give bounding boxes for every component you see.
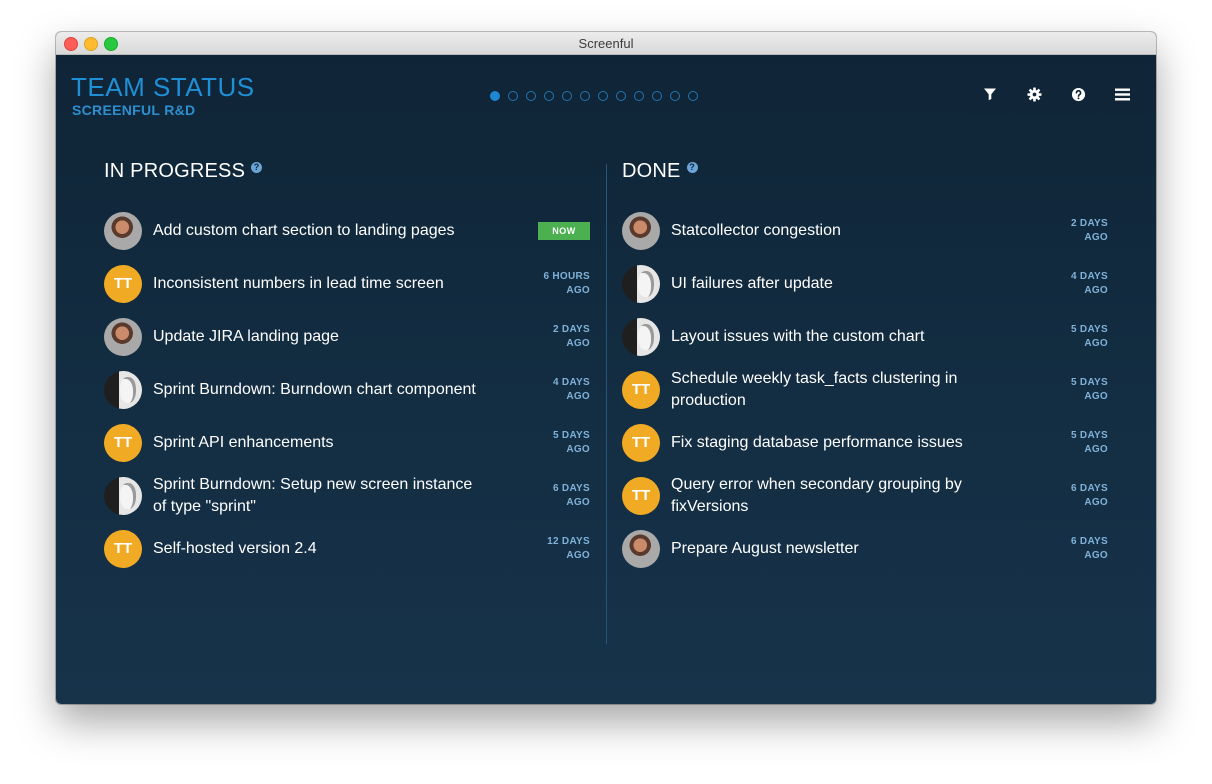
pager-dot[interactable] — [688, 91, 698, 101]
timestamp: 12 DAYS AGO — [547, 535, 590, 561]
issue-title: Schedule weekly task_facts clustering in… — [671, 369, 958, 409]
avatar — [622, 529, 660, 568]
list-item[interactable]: TT Fix staging database performance issue… — [622, 416, 1108, 469]
list-item[interactable]: TT Self-hosted version 2.4 12 DAYS AGO — [104, 522, 590, 575]
avatar — [104, 370, 142, 409]
timestamp: 5 DAYS AGO — [1070, 429, 1108, 455]
pager-dot[interactable] — [670, 91, 680, 101]
timestamp: 6 HOURS AGO — [543, 270, 590, 296]
pager-dot[interactable] — [652, 91, 662, 101]
window-title: Screenful — [578, 36, 634, 51]
status-badge: NOW — [538, 221, 590, 240]
issue-title: Update JIRA landing page — [153, 327, 339, 345]
in-progress-list: Add custom chart section to landing page… — [104, 204, 590, 575]
issue-title: Add custom chart section to landing page… — [153, 221, 455, 239]
done-list: Statcollector congestion 2 DAYS AGO UI fai… — [622, 204, 1108, 575]
issue-title: Sprint Burndown: Setup new screen instan… — [153, 475, 473, 515]
timestamp: 4 DAYS AGO — [552, 376, 590, 402]
list-item[interactable]: TT Sprint API enhancements 5 DAYS AGO — [104, 416, 590, 469]
list-item[interactable]: Sprint Burndown: Burndown chart componen… — [104, 363, 590, 416]
avatar: TT — [622, 370, 660, 409]
pager-dot[interactable] — [598, 91, 608, 101]
list-item[interactable]: Layout issues with the custom chart 5 DAY… — [622, 310, 1108, 363]
timestamp: 5 DAYS AGO — [1070, 376, 1108, 402]
column-title: IN PROGRESS — [104, 160, 246, 182]
issue-title: UI failures after update — [671, 274, 833, 292]
team-name: SCREENFUL R&D — [72, 102, 196, 118]
pager-dot[interactable] — [526, 91, 536, 101]
list-item[interactable]: Sprint Burndown: Setup new screen instan… — [104, 469, 590, 522]
avatar — [622, 317, 660, 356]
done-column: DONE ? Statcollector congestion 2 DAYS AG… — [622, 160, 1108, 575]
pager-dot[interactable] — [616, 91, 626, 101]
avatar — [622, 264, 660, 303]
pager-dot[interactable] — [490, 91, 500, 101]
avatar — [104, 476, 142, 515]
issue-title: Inconsistent numbers in lead time screen — [153, 274, 444, 292]
timestamp: 6 DAYS AGO — [1070, 535, 1108, 561]
timestamp: 2 DAYS AGO — [1070, 217, 1108, 243]
list-item[interactable]: Add custom chart section to landing page… — [104, 204, 590, 257]
filter-button[interactable] — [970, 74, 1010, 114]
gear-icon — [1026, 86, 1042, 102]
filter-icon — [984, 88, 996, 101]
list-item[interactable]: TT Schedule weekly task_facts clustering … — [622, 363, 1108, 416]
title-bar[interactable]: Screenful — [56, 32, 1156, 55]
column-divider — [606, 164, 607, 644]
timestamp: 5 DAYS AGO — [1070, 323, 1108, 349]
timestamp: 4 DAYS AGO — [1070, 270, 1108, 296]
timestamp: 5 DAYS AGO — [552, 429, 590, 455]
avatar — [104, 317, 142, 356]
app-window: Screenful TEAM STATUS SCREENFUL R&D IN P… — [56, 32, 1156, 704]
help-icon[interactable]: ? — [251, 162, 263, 173]
pager-dot[interactable] — [508, 91, 518, 101]
done-heading: DONE ? — [622, 160, 1108, 190]
list-item[interactable]: Update JIRA landing page 2 DAYS AGO — [104, 310, 590, 363]
avatar: TT — [104, 423, 142, 462]
avatar: TT — [104, 529, 142, 568]
list-item[interactable]: UI failures after update 4 DAYS AGO — [622, 257, 1108, 310]
avatar — [622, 211, 660, 250]
list-item[interactable]: Prepare August newsletter 6 DAYS AGO — [622, 522, 1108, 575]
avatar: TT — [622, 476, 660, 515]
avatar: TT — [622, 423, 660, 462]
avatar: TT — [104, 264, 142, 303]
help-icon — [1071, 87, 1085, 101]
column-title: DONE — [622, 160, 681, 182]
pager-dot[interactable] — [634, 91, 644, 101]
issue-title: Sprint Burndown: Burndown chart componen… — [153, 380, 476, 398]
issue-title: Query error when secondary grouping by f… — [671, 475, 962, 515]
timestamp: 2 DAYS AGO — [552, 323, 590, 349]
issue-title: Statcollector congestion — [671, 221, 841, 239]
toolbar — [970, 74, 1142, 114]
pager-dot[interactable] — [562, 91, 572, 101]
help-icon[interactable]: ? — [686, 162, 698, 173]
issue-title: Fix staging database performance issues — [671, 433, 963, 451]
screen-pager — [490, 91, 698, 101]
menu-button[interactable] — [1102, 74, 1142, 114]
in-progress-column: IN PROGRESS ? Add custom chart section t… — [104, 160, 590, 575]
issue-title: Sprint API enhancements — [153, 433, 334, 451]
pager-dot[interactable] — [580, 91, 590, 101]
menu-icon — [1114, 88, 1130, 100]
timestamp: 6 DAYS AGO — [552, 482, 590, 508]
help-button[interactable] — [1058, 74, 1098, 114]
list-item[interactable]: Statcollector congestion 2 DAYS AGO — [622, 204, 1108, 257]
issue-title: Layout issues with the custom chart — [671, 327, 925, 345]
settings-button[interactable] — [1014, 74, 1054, 114]
pager-dot[interactable] — [544, 91, 554, 101]
list-item[interactable]: TT Query error when secondary grouping by… — [622, 469, 1108, 522]
page-title: TEAM STATUS — [71, 72, 255, 102]
list-item[interactable]: TT Inconsistent numbers in lead time scre… — [104, 257, 590, 310]
timestamp: 6 DAYS AGO — [1070, 482, 1108, 508]
avatar — [104, 211, 142, 250]
issue-title: Prepare August newsletter — [671, 539, 859, 557]
issue-title: Self-hosted version 2.4 — [153, 539, 317, 557]
in-progress-heading: IN PROGRESS ? — [104, 160, 590, 190]
